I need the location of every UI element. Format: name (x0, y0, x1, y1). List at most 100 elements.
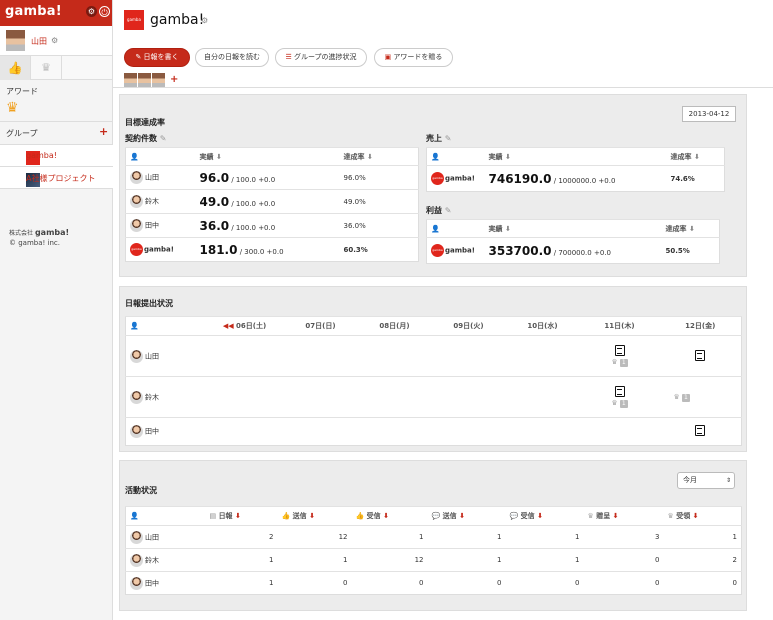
sidebar: gamba! ⚙ ⏻ 山田 ⚙ 👍 ♛ アワード ♛ グループ + gamba!… (0, 0, 113, 620)
cell-value: 12 (351, 548, 428, 572)
actual-value: 181.0 (199, 242, 238, 257)
user-name[interactable]: 山田 (31, 36, 47, 47)
actual-header[interactable]: 実績 (489, 225, 503, 233)
column-header[interactable]: 送信 (443, 512, 457, 520)
user-settings-icon[interactable]: ⚙ (51, 36, 58, 45)
crown-icon[interactable]: ♛ (611, 358, 617, 366)
edit-icon[interactable]: ✎ (160, 134, 167, 143)
activity-table: 👤 ▤ 日報 ⬇ 👍 送信 ⬇ 👍 受信 ⬇ 💬 送信 ⬇ 💬 受信 ⬇ ♛ 贈… (125, 506, 742, 595)
sort-icon[interactable]: ⬇ (693, 512, 699, 520)
edit-icon[interactable]: ✎ (445, 134, 452, 143)
sort-icon[interactable]: ⬇ (235, 512, 241, 520)
app-logo[interactable]: gamba! (5, 4, 62, 19)
column-header[interactable]: 受信 (521, 512, 535, 520)
avatar[interactable] (138, 73, 151, 87)
table-row: 山田 2 12 1 1 1 3 1 (125, 525, 742, 549)
group-name: gamba! (144, 245, 174, 254)
cell-value: 1 (663, 525, 742, 549)
period-select[interactable]: 今月 ⇕ (677, 472, 735, 489)
sort-icon[interactable]: ⬇ (537, 512, 543, 520)
sidebar-group-gamba[interactable]: gamba! (0, 145, 113, 167)
cell-value: 0 (351, 571, 428, 595)
rate-header[interactable]: 達成率 (666, 225, 687, 233)
column-header[interactable]: 受領 (676, 512, 690, 520)
actual-value: 746190.0 (488, 171, 552, 186)
thumbs-up-icon[interactable]: 👍 (0, 56, 31, 80)
prev-week-icon[interactable]: ◀◀ (223, 322, 234, 330)
sort-icon[interactable]: ⬇ (694, 153, 700, 161)
target-value: / 300.0 +0.0 (239, 247, 284, 256)
rate-value: 50.5% (661, 237, 720, 264)
avatar[interactable] (152, 73, 165, 87)
column-header[interactable]: 日報 (219, 512, 233, 520)
sort-icon[interactable]: ⬇ (309, 512, 315, 520)
sort-icon[interactable]: ⬇ (689, 225, 695, 233)
cell-value: 0 (663, 571, 742, 595)
column-header[interactable]: 贈呈 (596, 512, 610, 520)
settings-icon[interactable]: ⚙ (86, 6, 97, 17)
report-small-icon: ▤ (209, 512, 217, 520)
crown-icon[interactable]: ♛ (674, 393, 680, 401)
actual-value: 96.0 (199, 170, 230, 185)
table-row: 鈴木 49.0 / 100.0 +0.0 49.0% (125, 189, 419, 214)
sort-icon[interactable]: ⬇ (505, 153, 511, 161)
copyright: © gamba! inc. (9, 239, 60, 247)
edit-icon[interactable]: ✎ (445, 206, 452, 215)
sort-icon[interactable]: ⬇ (383, 512, 389, 520)
column-header[interactable]: 送信 (293, 512, 307, 520)
sales-title: 売上 ✎ (426, 133, 452, 144)
day-header: 08日(月) (357, 316, 432, 336)
table-row: 鈴木 1 1 12 1 1 0 2 (125, 548, 742, 572)
avatar (130, 530, 143, 544)
sort-icon[interactable]: ⬇ (459, 512, 465, 520)
member-name: 田中 (145, 579, 159, 587)
date-input[interactable]: 2013-04-12 (682, 106, 736, 122)
report-icon[interactable] (614, 386, 625, 397)
actual-value: 36.0 (199, 218, 230, 233)
power-icon[interactable]: ⏻ (99, 6, 110, 17)
sort-icon[interactable]: ⬇ (613, 512, 619, 520)
give-award-button[interactable]: ▣ アワードを贈る (374, 48, 453, 67)
sort-icon[interactable]: ⬇ (216, 153, 222, 161)
member-name: 山田 (145, 533, 159, 541)
table-row: 田中 1 0 0 0 0 0 0 (125, 571, 742, 595)
comment-icon: 💬 (431, 512, 441, 520)
add-member-icon[interactable]: + (170, 74, 178, 85)
target-value: / 1000000.0 +0.0 (553, 176, 616, 185)
crown-tab-icon[interactable]: ♛ (31, 56, 62, 80)
target-value: / 100.0 +0.0 (231, 199, 276, 208)
sort-icon[interactable]: ⬇ (367, 153, 373, 161)
table-row: gamba gamba! 353700.0 / 700000.0 +0.0 50.5% (426, 237, 720, 264)
cell-value: 0 (583, 548, 664, 572)
write-report-button[interactable]: ✎ 日報を書く (124, 48, 190, 67)
add-group-icon[interactable]: + (99, 125, 108, 138)
crown-icon[interactable]: ♛ (611, 399, 617, 407)
user-avatar (6, 30, 25, 51)
report-icon[interactable] (695, 425, 706, 436)
award-count: 1 (619, 359, 628, 367)
sidebar-group-a-project[interactable]: A社様プロジェクト (0, 167, 113, 189)
report-icon[interactable] (614, 345, 625, 356)
crown-icon: ♛ (587, 512, 594, 520)
rate-header[interactable]: 達成率 (671, 153, 692, 161)
avatar[interactable] (124, 73, 137, 87)
member-name: 田中 (145, 427, 159, 436)
award-crown-icon[interactable]: ♛ (6, 100, 19, 116)
read-my-reports-button[interactable]: 自分の日報を読む (195, 48, 269, 67)
sort-icon[interactable]: ⬇ (505, 225, 511, 233)
column-header[interactable]: 受信 (367, 512, 381, 520)
group-progress-button[interactable]: ☰ グループの進捗状況 (275, 48, 367, 67)
title-settings-icon[interactable]: ⚙ (201, 16, 208, 25)
group-label[interactable]: gamba! (26, 151, 57, 160)
profit-table: 👤 実績 ⬇ 達成率 ⬇ gamba gamba! 353700.0 / 700000.… (426, 219, 720, 264)
activity-title: 活動状況 (125, 486, 157, 495)
rate-header[interactable]: 達成率 (344, 153, 365, 161)
reports-table: 👤 ◀◀ 06日(土) 07日(日) 08日(月) 09日(火) 10日(水) … (125, 316, 742, 446)
cell-value: 12 (277, 525, 352, 549)
report-icon[interactable] (695, 349, 706, 361)
user-row[interactable]: 山田 ⚙ (0, 26, 112, 56)
cell-value: 1 (505, 525, 584, 549)
actual-header[interactable]: 実績 (489, 153, 503, 161)
actual-header[interactable]: 実績 (200, 153, 214, 161)
group-label[interactable]: A社様プロジェクト (26, 173, 95, 184)
